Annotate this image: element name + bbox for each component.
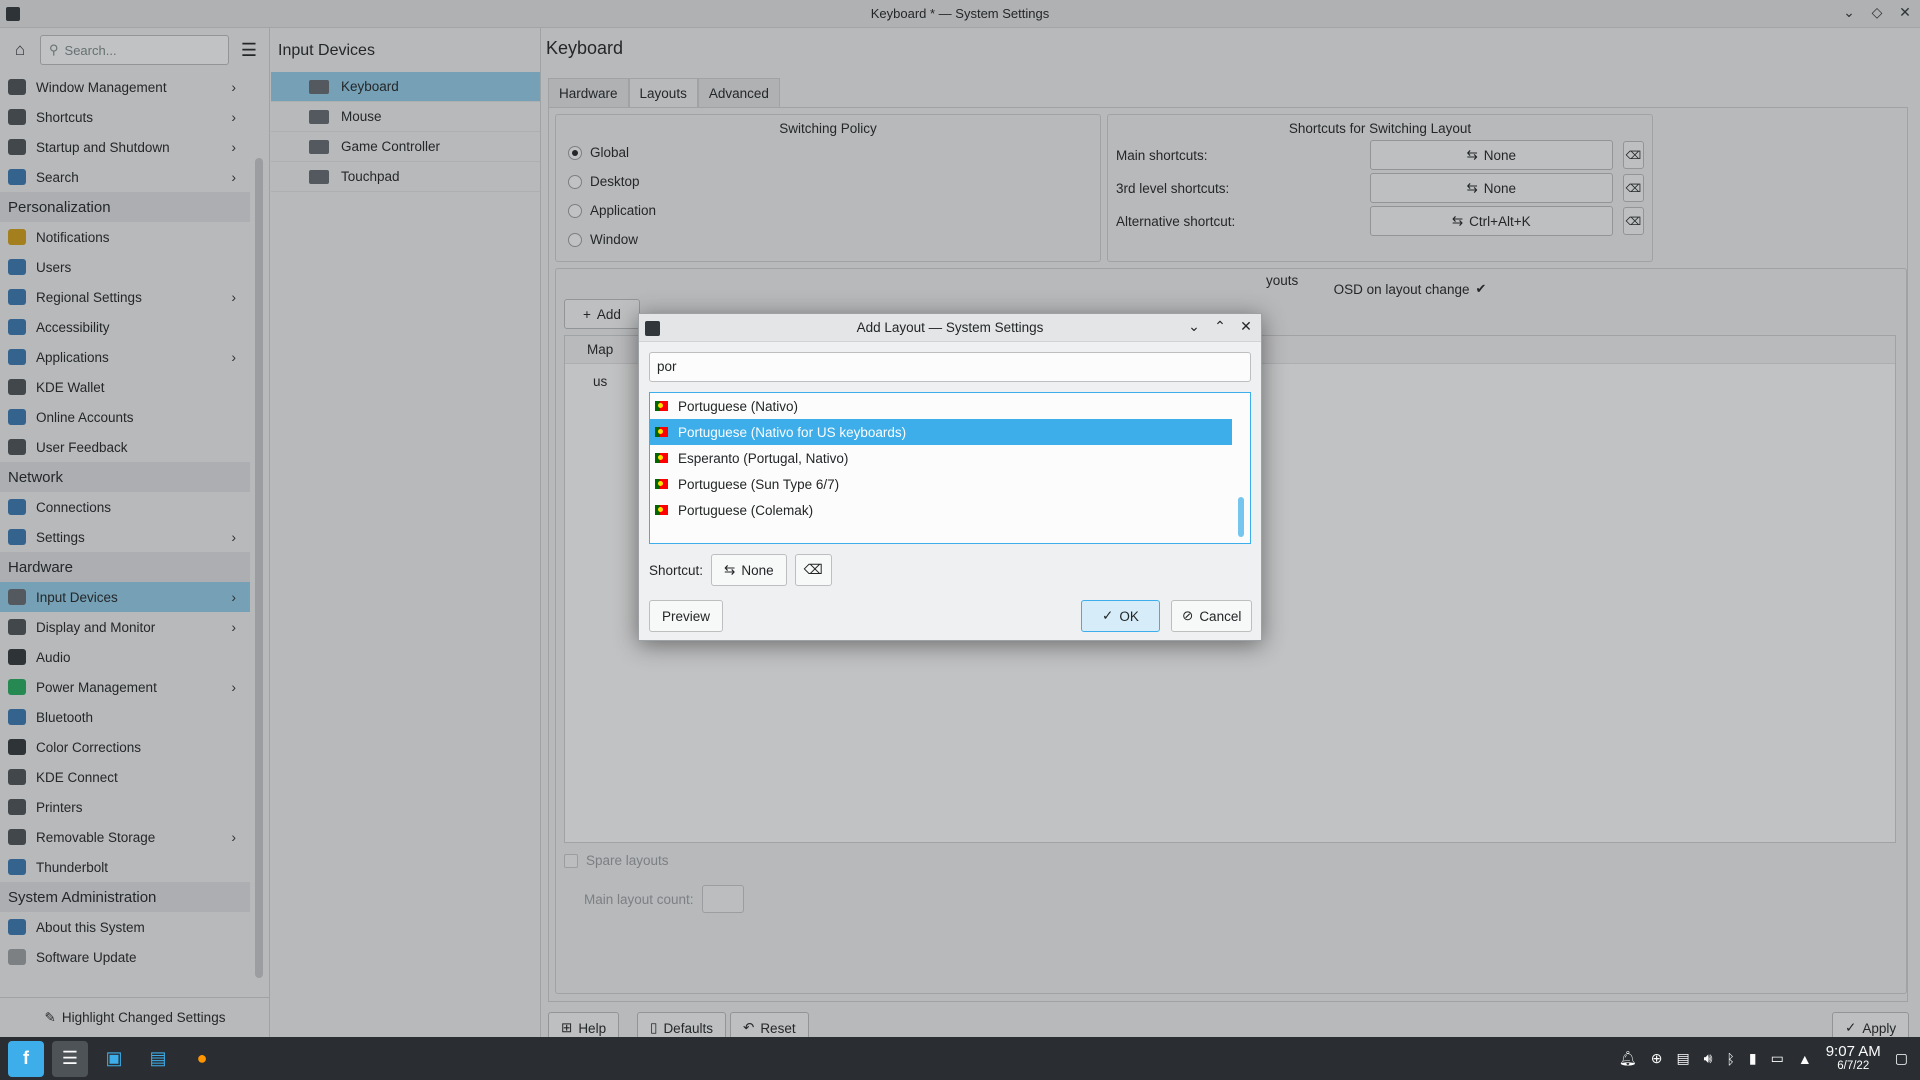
ok-check-icon: ✓ [1102, 608, 1114, 623]
cancel-label: Cancel [1199, 608, 1242, 624]
layout-list: Portuguese (Nativo) Portuguese (Nativo fo… [649, 392, 1251, 544]
firefox-icon[interactable]: ● [184, 1041, 220, 1077]
clock-date: 6/7/22 [1837, 1060, 1870, 1073]
dialog-app-icon [645, 321, 660, 336]
cancel-button[interactable]: ⊘ Cancel [1171, 600, 1253, 632]
portugal-flag-icon [655, 401, 668, 411]
bluetooth-icon[interactable]: ᛒ [1727, 1051, 1735, 1067]
dialog-shortcut-row: Shortcut: ⇆ None ⌫ [649, 554, 832, 586]
volume-icon[interactable]: 🔊︎ [1704, 1050, 1713, 1067]
portugal-flag-icon [655, 479, 668, 489]
layout-list-item-label: Portuguese (Nativo) [678, 398, 799, 414]
portugal-flag-icon [655, 505, 668, 515]
layout-list-item-label: Portuguese (Sun Type 6/7) [678, 476, 840, 492]
layout-list-item[interactable]: Portuguese (Colemak) [650, 497, 1232, 523]
shortcut-label: Shortcut: [649, 562, 704, 578]
layout-list-item-label: Portuguese (Nativo for US keyboards) [678, 424, 907, 440]
dialog-maximize-icon[interactable]: ⌃ [1211, 318, 1229, 335]
ok-label: OK [1119, 608, 1139, 624]
ok-button[interactable]: ✓ OK [1081, 600, 1160, 632]
layout-list-item[interactable]: Portuguese (Nativo) [650, 393, 1232, 419]
preview-label: Preview [662, 608, 711, 624]
clock-time: 9:07 AM [1825, 1042, 1881, 1060]
clipboard-icon[interactable]: ▤ [1676, 1050, 1689, 1067]
layout-list-item[interactable]: Portuguese (Sun Type 6/7) [650, 471, 1232, 497]
preview-button[interactable]: Preview [649, 600, 724, 632]
layout-list-item[interactable]: Portuguese (Nativo for US keyboards) [650, 419, 1232, 445]
layout-list-item-label: Esperanto (Portugal, Nativo) [678, 450, 849, 466]
backspace-icon: ⌫ [803, 562, 823, 577]
show-desktop-icon[interactable]: ▢ [1895, 1050, 1908, 1067]
tray-expand-icon[interactable]: ▲ [1798, 1051, 1812, 1067]
shortcut-icon: ⇆ [724, 562, 736, 577]
layout-filter-input[interactable]: por [649, 352, 1251, 382]
notifications-icon[interactable]: 🔔︎ [1619, 1050, 1637, 1067]
portugal-flag-icon [655, 427, 668, 437]
add-layout-dialog: Add Layout — System Settings ⌄ ⌃ ✕ por P… [638, 313, 1262, 641]
shortcut-button[interactable]: ⇆ None [711, 554, 787, 586]
dialog-minimize-icon[interactable]: ⌄ [1185, 318, 1203, 335]
system-settings-task-icon[interactable]: ☰ [52, 1040, 88, 1077]
layout-list-scrollbar[interactable] [1238, 497, 1244, 537]
cancel-icon: ⊘ [1182, 608, 1194, 623]
portugal-flag-icon [655, 453, 668, 463]
battery-icon[interactable]: ▮ [1749, 1050, 1757, 1067]
app-launcher-icon[interactable]: f [8, 1040, 44, 1077]
dialog-window-controls: ⌄ ⌃ ✕ [1185, 318, 1255, 335]
system-tray: 🔔︎ ⊕ ▤ 🔊︎ ᛒ ▮ ▭ ▲ 9:07 AM 6/7/22 ▢ [1619, 1037, 1908, 1080]
taskbar: f ☰ ▣ ▤ ● 🔔︎ ⊕ ▤ 🔊︎ ᛒ ▮ ▭ ▲ 9:07 AM 6/7/… [0, 1037, 1920, 1080]
dialog-title: Add Layout — System Settings [856, 320, 1044, 335]
network-icon[interactable]: ▭ [1771, 1050, 1784, 1067]
clock[interactable]: 9:07 AM 6/7/22 [1825, 1042, 1881, 1073]
update-icon[interactable]: ⊕ [1651, 1050, 1663, 1067]
clear-shortcut-button[interactable]: ⌫ [794, 554, 832, 586]
discover-icon[interactable]: ▣ [96, 1041, 132, 1077]
layout-list-item[interactable]: Esperanto (Portugal, Nativo) [650, 445, 1232, 471]
shortcut-value: None [741, 562, 774, 578]
layout-list-item-label: Portuguese (Colemak) [678, 502, 814, 518]
dialog-titlebar: Add Layout — System Settings ⌄ ⌃ ✕ [639, 314, 1261, 342]
dialog-close-icon[interactable]: ✕ [1237, 318, 1255, 335]
file-manager-icon[interactable]: ▤ [140, 1041, 176, 1077]
